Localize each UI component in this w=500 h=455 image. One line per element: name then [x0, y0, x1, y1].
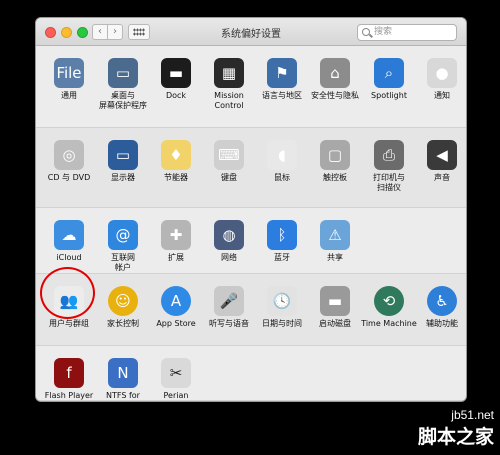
pane-label: 通用 [38, 91, 100, 101]
pane-label-line: Flash Player [44, 391, 94, 400]
notifications-icon: ● [427, 58, 457, 88]
flash-icon: f [54, 358, 84, 388]
pane-label-line: Control [214, 101, 244, 110]
watermark-name: 脚本之家 [417, 427, 494, 448]
mission-control-icon: ▦ [214, 58, 244, 88]
pane-section: ◎ CD 与 DVD ▭ 显示器 ♦ 节能器 ⌨ 键盘 ◖ 鼠标 ▢ 触控板 ⎙ 打印机与 扫描仪 ◀ 声音 [36, 128, 466, 208]
pane-accessibility[interactable]: ♿ 辅助功能 [411, 286, 466, 329]
titlebar: ‹ › 系统偏好设置 搜索 [36, 18, 466, 46]
pane-sharing[interactable]: ⚠ 共享 [304, 220, 366, 263]
pane-label-line: 通用 [61, 91, 77, 100]
pane-trackpad[interactable]: ▢ 触控板 [304, 140, 366, 183]
ntfs-icon: N [108, 358, 138, 388]
pane-label-line: 用户与群组 [49, 319, 89, 328]
search-field[interactable]: 搜索 [357, 24, 457, 41]
disc-icon: ◎ [54, 140, 84, 170]
microphone-icon: 🎤 [214, 286, 244, 316]
dock-icon: ▬ [161, 58, 191, 88]
pane-section: 👥 用户与群组 ☺ 家长控制 A App Store 🎤 听写与语音 🕓 日期与时间 ▬ 启动磁盘 ⟲ T… [36, 274, 466, 346]
knife-icon: ✂ [161, 358, 191, 388]
mouse-icon: ◖ [267, 140, 297, 170]
parental-controls-icon: ☺ [108, 286, 138, 316]
pane-label: 安全性与隐私 [304, 91, 366, 101]
pane-label: 共享 [304, 253, 366, 263]
pane-label: 启动磁盘 [304, 319, 366, 329]
watermark: jb51.net 脚本之家 [418, 408, 494, 449]
pane-label: 用户与群组 [38, 319, 100, 329]
accessibility-icon: ♿ [427, 286, 457, 316]
search-icon [362, 28, 370, 36]
system-preferences-window: ‹ › 系统偏好设置 搜索 File 通用 ▭ 桌面与 屏幕保护程序 ▬ Dock ▦ Miss… [36, 18, 466, 401]
pane-label: Flash Player [38, 391, 100, 401]
flag-icon: ⚑ [267, 58, 297, 88]
pane-label: CD 与 DVD [38, 173, 100, 183]
pane-label-line: Perian [163, 391, 189, 400]
pane-label-line: 声音 [434, 173, 450, 182]
globe-icon: ◍ [214, 220, 244, 250]
pane-label-line: 帐户 [115, 263, 131, 272]
bluetooth-icon: ᛒ [267, 220, 297, 250]
pane-label-line: 扫描仪 [377, 183, 401, 192]
cloud-icon: ☁ [54, 220, 84, 250]
pane-label-line: CD 与 DVD [47, 173, 91, 182]
spotlight-icon: ⌕ [374, 58, 404, 88]
watermark-url: jb51.net [451, 408, 494, 422]
clock-icon: 🕓 [267, 286, 297, 316]
pane-label-line: 辅助功能 [426, 319, 458, 328]
sharing-folder-icon: ⚠ [320, 220, 350, 250]
pane-general[interactable]: File 通用 [38, 58, 100, 101]
pane-label-line: 通知 [434, 91, 450, 100]
pane-section: File 通用 ▭ 桌面与 屏幕保护程序 ▬ Dock ▦ Mission Control ⚑ 语言与… [36, 46, 466, 128]
display-icon: ▭ [108, 140, 138, 170]
pane-label: 辅助功能 [411, 319, 466, 329]
pane-label-line: 启动磁盘 [319, 319, 351, 328]
keyboard-icon: ⌨ [214, 140, 244, 170]
pane-label-line: 触控板 [323, 173, 347, 182]
pane-label: 触控板 [304, 173, 366, 183]
time-machine-icon: ⟲ [374, 286, 404, 316]
at-icon: @ [108, 220, 138, 250]
pane-security[interactable]: ⌂ 安全性与隐私 [304, 58, 366, 101]
house-lock-icon: ⌂ [320, 58, 350, 88]
disk-icon: ▬ [320, 286, 350, 316]
pane-label-line: 共享 [327, 253, 343, 262]
pane-cd-dvd[interactable]: ◎ CD 与 DVD [38, 140, 100, 183]
pane-startup-disk[interactable]: ▬ 启动磁盘 [304, 286, 366, 329]
pane-icloud[interactable]: ☁ iCloud [38, 220, 100, 263]
speaker-icon: ◀ [427, 140, 457, 170]
pane-perian[interactable]: ✂ Perian [145, 358, 207, 401]
pane-label: iCloud [38, 253, 100, 263]
pane-label-line: 屏幕保护程序 [99, 101, 147, 110]
pane-label: 声音 [411, 173, 466, 183]
app-store-icon: A [161, 286, 191, 316]
pane-notifications[interactable]: ● 通知 [411, 58, 466, 101]
puzzle-icon: ✚ [161, 220, 191, 250]
pane-section: ☁ iCloud @ 互联网 帐户 ✚ 扩展 ◍ 网络 ᛒ 蓝牙 ⚠ 共享 [36, 208, 466, 274]
search-placeholder: 搜索 [374, 27, 393, 37]
printer-icon: ⎙ [374, 140, 404, 170]
pane-label-line: iCloud [56, 253, 82, 262]
pane-sound[interactable]: ◀ 声音 [411, 140, 466, 183]
pane-label: 通知 [411, 91, 466, 101]
pane-label-line: 安全性与隐私 [311, 91, 359, 100]
highlight-circle [40, 267, 95, 319]
general-icon: File [54, 58, 84, 88]
trackpad-icon: ▢ [320, 140, 350, 170]
pane-label: Perian [145, 391, 207, 401]
pane-flash-player[interactable]: f Flash Player [38, 358, 100, 401]
lightbulb-icon: ♦ [161, 140, 191, 170]
pane-section: fFlash PlayerNNTFS forMac OS X✂Perian [36, 346, 466, 401]
desktop-icon: ▭ [108, 58, 138, 88]
